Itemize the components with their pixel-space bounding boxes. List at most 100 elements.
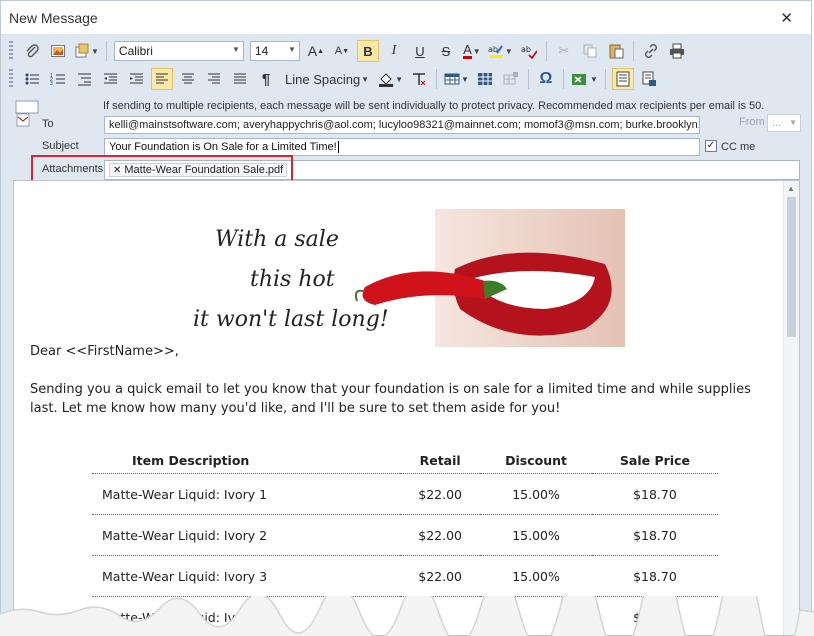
table-button[interactable]: ▼ <box>443 68 470 90</box>
bold-button[interactable]: B <box>356 40 379 62</box>
grow-font-icon: A <box>307 43 318 59</box>
subject-value: Your Foundation is On Sale for a Limited… <box>109 141 337 153</box>
clear-formatting-icon[interactable] <box>408 68 430 90</box>
formatting-toolbar-1: ▼ Calibri ▼ 14 ▼ A ▲ A ▼ B I U S A ▼ ab ▼ … <box>9 37 799 65</box>
strikethrough-button[interactable]: S <box>435 40 457 62</box>
table-cell: Matte-Wear Liquid: Ivory 1 <box>92 473 401 515</box>
separator <box>436 69 438 89</box>
column-header: Discount <box>505 452 567 468</box>
cc-me-checkbox[interactable]: ✓ <box>705 140 717 152</box>
subject-field[interactable]: Your Foundation is On Sale for a Limited… <box>104 138 700 156</box>
table-properties-icon[interactable] <box>500 68 522 90</box>
grow-font-button[interactable]: A ▲ <box>305 40 327 62</box>
numbered-list-icon[interactable]: 123 <box>47 68 69 90</box>
paste-icon[interactable] <box>605 40 627 62</box>
column-header: Retail <box>419 452 461 468</box>
email-preview-icon[interactable] <box>638 68 660 90</box>
document-icon <box>616 71 630 87</box>
attach-icon[interactable] <box>21 40 43 62</box>
table-cell: $18.70 <box>591 514 718 556</box>
align-left-icon <box>156 73 168 84</box>
from-value: ... <box>772 117 782 129</box>
fill-color-button[interactable]: ▼ <box>377 68 404 90</box>
underline-icon: U <box>415 43 425 59</box>
column-header: Sale Price <box>619 452 690 468</box>
line-spacing-dropdown[interactable]: Line Spacing ▼ <box>281 68 373 90</box>
table-grid-icon[interactable] <box>474 68 496 90</box>
font-name-value: Calibri <box>118 44 153 58</box>
print-icon[interactable] <box>666 40 688 62</box>
shrink-font-button[interactable]: A ▼ <box>331 40 353 62</box>
table-cell: 15.00% <box>480 473 592 515</box>
chevron-down-icon: ▼ <box>504 46 513 56</box>
column-header: Item Description <box>132 452 250 468</box>
scroll-up-icon[interactable]: ▲ <box>787 184 795 193</box>
chevron-down-icon: ▼ <box>472 46 481 56</box>
align-right-icon[interactable] <box>203 68 225 90</box>
svg-text:ab: ab <box>488 45 498 54</box>
italic-button[interactable]: I <box>383 40 405 62</box>
table-row: Matte-Wear Liquid: Ivory 2 $22.00 15.00%… <box>92 514 718 556</box>
spellcheck-button[interactable]: ab <box>518 40 540 62</box>
font-size-value: 14 <box>254 44 269 58</box>
body-paragraph: Sending you a quick email to let you kno… <box>30 382 751 416</box>
font-color-icon: A <box>463 41 472 59</box>
text-cursor <box>337 141 342 153</box>
scroll-thumb[interactable] <box>787 197 796 337</box>
formatting-toolbar-2: 123 ¶ Line Spacing ▼ ▼ ▼ Ω ▼ <box>9 65 799 93</box>
underline-button[interactable]: U <box>409 40 431 62</box>
bold-icon: B <box>363 43 373 59</box>
highlight-button[interactable]: ab ▼ <box>487 40 514 62</box>
to-field[interactable]: kelli@mainstsoftware.com; averyhappychri… <box>104 116 700 134</box>
separator <box>632 41 634 61</box>
table-row: Matte-Wear Liquid: Ivory 1 $22.00 15.00%… <box>92 473 718 515</box>
envelope-icon <box>15 100 39 127</box>
align-center-icon[interactable] <box>177 68 199 90</box>
separator <box>562 69 564 89</box>
increase-indent-icon[interactable] <box>125 68 147 90</box>
insert-symbol-button[interactable]: Ω <box>535 68 557 90</box>
font-size-select[interactable]: 14 ▼ <box>249 41 300 61</box>
font-name-select[interactable]: Calibri ▼ <box>113 41 244 61</box>
chevron-down-icon: ▼ <box>395 74 404 84</box>
chevron-down-icon: ▼ <box>361 74 370 84</box>
table-cell: $18.70 <box>591 555 718 597</box>
message-body-editor[interactable]: With a sale this hot it won't last long!… <box>13 180 800 636</box>
separator <box>545 41 547 61</box>
sale-banner-image: With a sale this hot it won't last long! <box>185 209 625 347</box>
multilevel-list-icon[interactable] <box>73 68 95 90</box>
justify-icon[interactable] <box>229 68 251 90</box>
copy-icon[interactable] <box>579 40 601 62</box>
chevron-down-icon: ▼ <box>232 45 240 54</box>
highlighter-icon: ab <box>488 45 503 58</box>
vertical-scrollbar[interactable]: ▲ <box>783 181 799 635</box>
table-cell: Matte-Wear Liquid: Ivory 3 <box>92 555 401 597</box>
cc-me-label: CC me <box>721 141 756 153</box>
toolbar-grip[interactable] <box>9 69 13 89</box>
font-color-button[interactable]: A ▼ <box>461 40 483 62</box>
merge-field-button[interactable]: ▼ <box>570 68 599 90</box>
close-icon[interactable]: ✕ <box>780 9 793 27</box>
link-icon[interactable] <box>640 40 662 62</box>
cut-icon[interactable]: ✂ <box>553 40 575 62</box>
from-select[interactable]: ... ▼ <box>767 114 801 132</box>
shrink-font-icon: A <box>334 45 343 57</box>
svg-text:3: 3 <box>50 81 53 87</box>
subject-label: Subject <box>42 140 79 152</box>
decrease-indent-icon[interactable] <box>99 68 121 90</box>
separator <box>105 41 107 61</box>
template-icon[interactable]: ▼ <box>73 40 100 62</box>
insert-image-icon[interactable] <box>47 40 69 62</box>
table-row: Matte-Wear Liquid: Ivory 3 $22.00 15.00%… <box>92 555 718 597</box>
table-icon <box>444 73 460 85</box>
show-formatting-button[interactable]: ¶ <box>255 68 277 90</box>
greeting: Dear <<FirstName>>, <box>30 344 179 359</box>
align-left-button[interactable] <box>151 68 173 90</box>
chevron-down-icon: ▼ <box>589 74 598 84</box>
strikethrough-icon: S <box>441 43 451 59</box>
banner-line-2: this hot <box>250 267 335 292</box>
preview-button[interactable] <box>611 68 634 90</box>
from-label: From <box>739 116 765 128</box>
bullet-list-icon[interactable] <box>21 68 43 90</box>
toolbar-grip[interactable] <box>9 41 13 61</box>
